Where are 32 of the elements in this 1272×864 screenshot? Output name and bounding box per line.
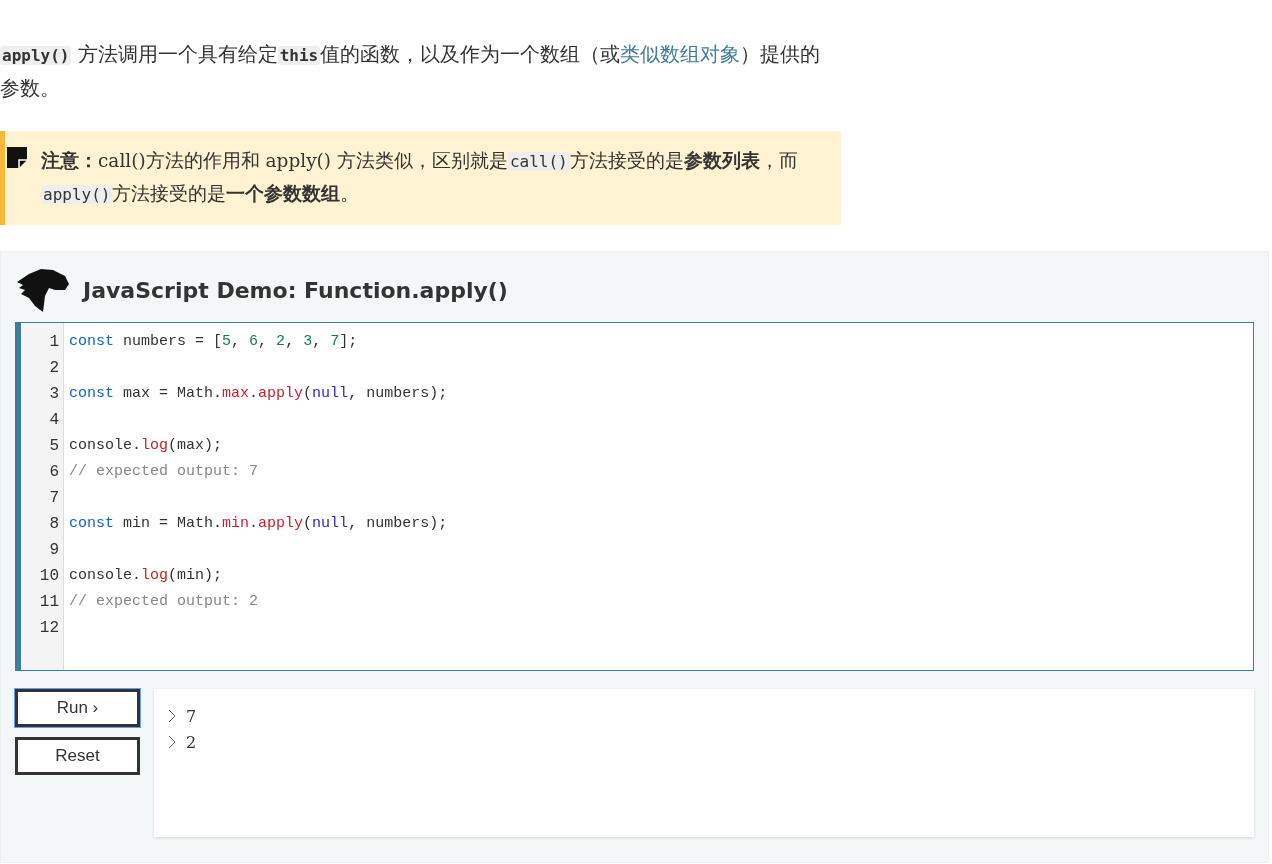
code-line: // expected output: 2 xyxy=(69,593,259,610)
line-number: 5 xyxy=(48,436,60,457)
code-line: console.log(max); xyxy=(69,437,223,454)
line-number: 2 xyxy=(48,358,60,379)
chevron-icon xyxy=(168,735,176,749)
reset-button[interactable]: Reset xyxy=(15,737,140,775)
intro-paragraph: apply() 方法调用一个具有给定this值的函数，以及作为一个数组（或类似数组对象）提供的参数。 xyxy=(0,42,822,102)
output-value: 7 xyxy=(186,706,197,726)
code-line: const min = Math.min.apply(null, numbers); xyxy=(69,515,448,532)
demo-title: JavaScript Demo: Function.apply() xyxy=(83,277,508,303)
line-number: 9 xyxy=(48,540,60,561)
output-value: 2 xyxy=(186,732,197,752)
code-editor[interactable] xyxy=(15,322,1254,671)
run-button[interactable]: Run › xyxy=(15,689,140,727)
line-number: 12 xyxy=(38,618,60,639)
chevron-icon xyxy=(168,709,176,723)
code-line: // expected output: 7 xyxy=(69,463,259,480)
link[interactable]: 类似数组对象 xyxy=(620,43,741,66)
line-number: 11 xyxy=(38,592,60,613)
note-icon xyxy=(7,147,27,169)
line-number: 6 xyxy=(48,462,60,483)
code-line: console.log(min); xyxy=(69,567,223,584)
note-text: 注意：call()方法的作用和 apply() 方法类似，区别就是 call()方法接受的是参数列表，而 apply()方法接受的是一个参数数组。 xyxy=(41,149,799,206)
line-number: 10 xyxy=(38,566,60,587)
dinosaur-logo-icon xyxy=(15,268,69,312)
code-line: const max = Math.max.apply(null, numbers); xyxy=(69,385,448,402)
line-number: 7 xyxy=(48,488,60,509)
line-number: 1 xyxy=(48,332,60,353)
line-number: 4 xyxy=(48,410,60,431)
code-line: const numbers = [5, 6, 2, 3, 7]; xyxy=(69,333,358,350)
line-number: 8 xyxy=(48,514,60,535)
line-number: 3 xyxy=(48,384,60,405)
